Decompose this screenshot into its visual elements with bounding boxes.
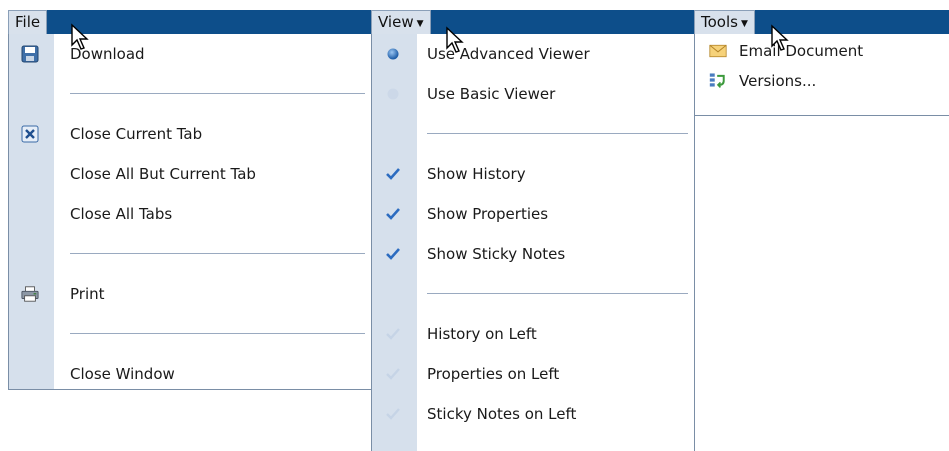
chevron-down-icon: ▼ — [416, 19, 424, 29]
menu-item-email-document[interactable]: Email Document — [695, 36, 949, 66]
print-label: Print — [70, 285, 105, 303]
view-menu-title: View — [378, 13, 414, 31]
floppy-disk-icon — [21, 45, 39, 63]
checkmark-icon — [384, 325, 402, 343]
menu-item-use-basic-viewer[interactable]: Use Basic Viewer — [372, 74, 694, 114]
view-menu-tab[interactable]: View ▼ — [371, 10, 431, 34]
close-all-tabs-label: Close All Tabs — [70, 205, 173, 223]
menu-item-sticky-notes-on-left[interactable]: Sticky Notes on Left — [372, 394, 694, 434]
file-menu: Download .f-sep::after{} Close Current T… — [8, 34, 372, 390]
menu-item-use-advanced-viewer[interactable]: Use Advanced Viewer — [372, 34, 694, 74]
radio-dot-icon — [384, 45, 402, 63]
menu-separator — [372, 274, 694, 314]
properties-on-left-label: Properties on Left — [427, 365, 560, 383]
envelope-icon — [709, 42, 727, 60]
versions-icon — [709, 71, 727, 89]
menu-item-print[interactable]: Print — [9, 274, 371, 314]
menu-item-close-all-tabs[interactable]: Close All Tabs — [9, 194, 371, 234]
chevron-down-icon: ▼ — [740, 19, 748, 29]
tools-menubar: Tools ▼ — [694, 10, 949, 34]
menu-item-show-properties[interactable]: Show Properties — [372, 194, 694, 234]
tools-menu-panel: Tools ▼ Email Document Versions... — [694, 10, 949, 116]
mouse-pointer-icon — [446, 26, 464, 53]
file-menu-panel: File Download .f-sep::after{} Close Curr… — [8, 10, 372, 390]
menu-item-close-current-tab[interactable]: Close Current Tab — [9, 114, 371, 154]
mouse-pointer-icon — [71, 23, 89, 50]
email-document-label: Email Document — [739, 42, 864, 60]
menu-item-properties-on-left[interactable]: Properties on Left — [372, 354, 694, 394]
close-all-but-current-tab-label: Close All But Current Tab — [70, 165, 256, 183]
history-on-left-label: History on Left — [427, 325, 537, 343]
menu-item-show-sticky-notes[interactable]: Show Sticky Notes — [372, 234, 694, 274]
menu-item-show-history[interactable]: Show History — [372, 154, 694, 194]
menu-item-close-window[interactable]: Close Window — [9, 354, 371, 394]
mouse-pointer-icon — [771, 24, 789, 51]
view-menu: Use Advanced Viewer Use Basic Viewer Sho… — [371, 34, 695, 451]
menu-item-history-on-left[interactable]: History on Left — [372, 314, 694, 354]
show-history-label: Show History — [427, 165, 526, 183]
view-menu-panel: View ▼ Use Advanced Viewer Use Basic View… — [371, 10, 695, 451]
close-tab-icon — [21, 125, 39, 143]
menu-separator — [372, 114, 694, 154]
printer-icon — [21, 285, 39, 303]
use-basic-viewer-label: Use Basic Viewer — [427, 85, 556, 103]
versions-label: Versions... — [739, 72, 817, 90]
show-properties-label: Show Properties — [427, 205, 549, 223]
checkmark-icon — [384, 205, 402, 223]
checkmark-icon — [384, 165, 402, 183]
checkmark-icon — [384, 365, 402, 383]
file-menubar: File — [8, 10, 372, 34]
file-menu-title: File — [15, 13, 41, 31]
checkmark-icon — [384, 405, 402, 423]
menu-item-download[interactable]: Download — [9, 34, 371, 74]
menu-separator — [9, 314, 371, 354]
menu-separator: .f-sep::after{} — [9, 74, 371, 114]
tools-menu-title: Tools — [701, 13, 738, 31]
menu-separator — [9, 234, 371, 274]
close-current-tab-label: Close Current Tab — [70, 125, 203, 143]
tools-menu: Email Document Versions... — [694, 36, 949, 116]
menu-item-close-all-but-current-tab[interactable]: Close All But Current Tab — [9, 154, 371, 194]
radio-dot-icon — [384, 85, 402, 103]
view-menubar: View ▼ — [371, 10, 695, 34]
checkmark-icon — [384, 245, 402, 263]
tools-menu-tab[interactable]: Tools ▼ — [694, 10, 755, 34]
file-menu-tab[interactable]: File — [8, 10, 48, 34]
menu-item-versions[interactable]: Versions... — [695, 66, 949, 96]
show-sticky-notes-label: Show Sticky Notes — [427, 245, 566, 263]
close-window-label: Close Window — [70, 365, 175, 383]
sticky-notes-on-left-label: Sticky Notes on Left — [427, 405, 577, 423]
